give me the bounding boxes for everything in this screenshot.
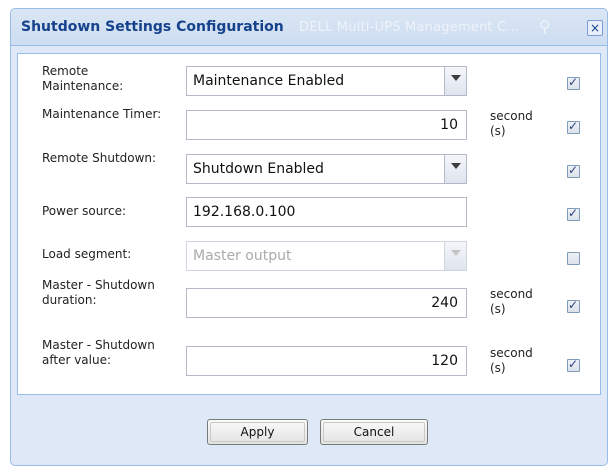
check-icon: ✓ — [568, 298, 579, 312]
load-segment-checkbox[interactable] — [567, 252, 580, 265]
background-window-title: DELL Multi-UPS Management C... — [299, 20, 520, 35]
background-search-icon: ⚲ — [539, 17, 551, 36]
maintenance-timer-value: 10 — [440, 117, 458, 133]
close-icon[interactable]: × — [587, 20, 603, 36]
shutdown-duration-label: Master - Shutdown duration: — [42, 278, 155, 307]
load-segment-value: Master output — [193, 248, 292, 264]
check-icon: ✓ — [568, 75, 579, 89]
dialog-titlebar[interactable]: DELL Multi-UPS Management C... ⚲ Shutdow… — [11, 9, 607, 46]
remote-shutdown-label: Remote Shutdown: — [42, 151, 157, 165]
remote-shutdown-checkbox[interactable]: ✓ — [567, 163, 580, 178]
settings-form: Remote Maintenance: Maintenance Enabled … — [17, 53, 601, 395]
load-segment-dropdown-trigger — [444, 242, 466, 270]
remote-maintenance-label: Remote Maintenance: — [42, 64, 124, 93]
maintenance-timer-unit: second (s) — [490, 109, 533, 138]
remote-shutdown-value: Shutdown Enabled — [193, 161, 324, 177]
chevron-down-icon — [451, 75, 461, 81]
load-segment-select: Master output — [186, 241, 467, 271]
cancel-button[interactable]: Cancel — [320, 419, 428, 445]
power-source-value: 192.168.0.100 — [193, 204, 296, 220]
maintenance-timer-input[interactable]: 10 — [186, 110, 467, 140]
remote-maintenance-checkbox[interactable]: ✓ — [567, 75, 580, 90]
shutdown-duration-value: 240 — [431, 295, 458, 311]
check-icon: ✓ — [568, 357, 579, 371]
check-icon: ✓ — [568, 119, 579, 133]
maintenance-timer-label: Maintenance Timer: — [42, 107, 162, 121]
power-source-checkbox[interactable]: ✓ — [567, 206, 580, 221]
shutdown-duration-input[interactable]: 240 — [186, 288, 467, 318]
shutdown-settings-dialog: DELL Multi-UPS Management C... ⚲ Shutdow… — [10, 8, 608, 466]
remote-maintenance-select[interactable]: Maintenance Enabled — [186, 66, 467, 96]
remote-maintenance-value: Maintenance Enabled — [193, 73, 345, 89]
shutdown-duration-unit: second (s) — [490, 287, 533, 316]
remote-shutdown-dropdown-trigger[interactable] — [444, 155, 466, 183]
apply-button[interactable]: Apply — [207, 419, 308, 445]
remote-shutdown-select[interactable]: Shutdown Enabled — [186, 154, 467, 184]
shutdown-after-unit: second (s) — [490, 346, 533, 375]
maintenance-timer-checkbox[interactable]: ✓ — [567, 119, 580, 134]
shutdown-duration-checkbox[interactable]: ✓ — [567, 298, 580, 313]
load-segment-label: Load segment: — [42, 247, 132, 261]
shutdown-after-input[interactable]: 120 — [186, 346, 467, 376]
check-icon: ✓ — [568, 163, 579, 177]
dialog-title: Shutdown Settings Configuration — [21, 19, 284, 35]
shutdown-after-checkbox[interactable]: ✓ — [567, 357, 580, 372]
shutdown-after-value: 120 — [431, 353, 458, 369]
power-source-label: Power source: — [42, 204, 126, 218]
check-icon: ✓ — [568, 206, 579, 220]
chevron-down-icon — [451, 163, 461, 169]
remote-maintenance-dropdown-trigger[interactable] — [444, 67, 466, 95]
power-source-input[interactable]: 192.168.0.100 — [186, 197, 467, 227]
chevron-down-icon — [451, 250, 461, 256]
shutdown-after-label: Master - Shutdown after value: — [42, 338, 155, 367]
